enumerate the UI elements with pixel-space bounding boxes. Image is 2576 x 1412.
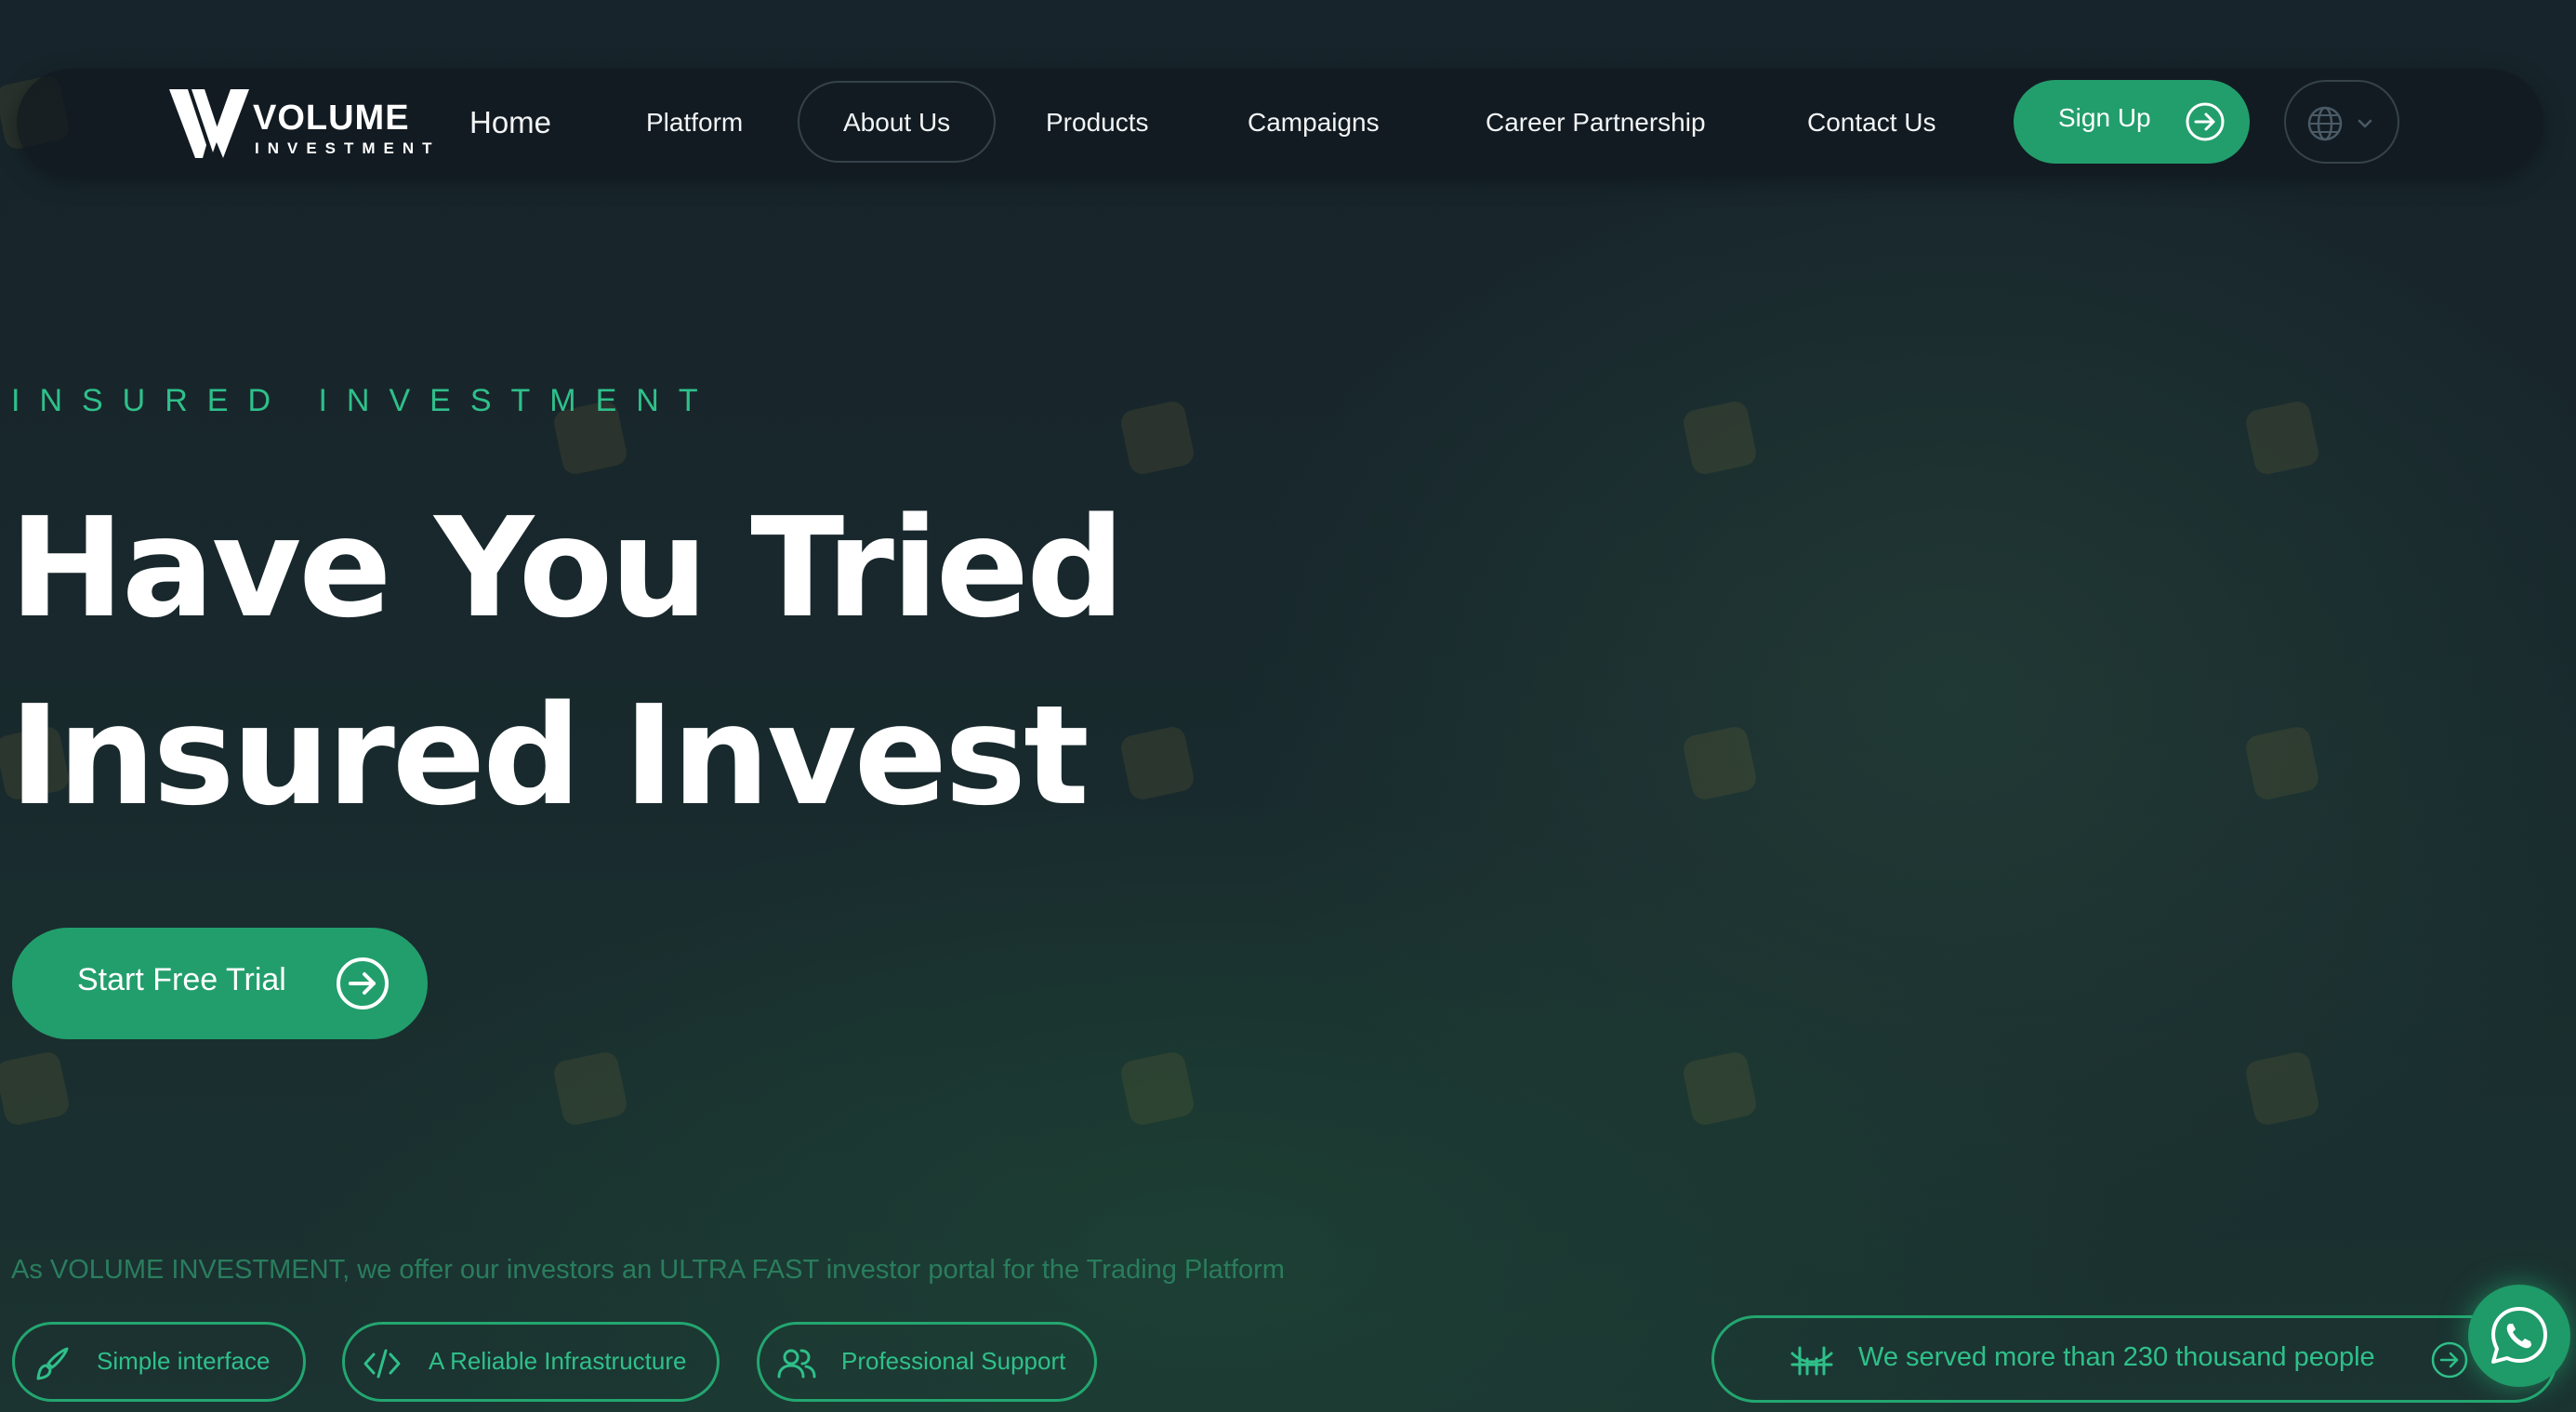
served-people-banner[interactable]: We served more than 230 thousand people	[1711, 1315, 2557, 1403]
whatsapp-chat-button[interactable]	[2468, 1285, 2570, 1387]
nav-contact-us[interactable]: Contact Us	[1807, 104, 1936, 141]
watermark-logo	[1118, 1049, 1339, 1134]
brush-icon	[36, 1347, 69, 1380]
volume-v-logo-icon	[169, 89, 249, 158]
arrow-right-circle-icon	[2186, 102, 2225, 141]
feature-label: Professional Support	[841, 1347, 1066, 1375]
feature-label: Simple interface	[97, 1347, 271, 1375]
language-selector[interactable]	[2284, 80, 2399, 164]
feature-professional-support: Professional Support	[757, 1322, 1097, 1402]
feature-reliable-infrastructure: A Reliable Infrastructure	[342, 1322, 720, 1402]
brand-subtitle: INVESTMENT	[255, 139, 441, 157]
hero-eyebrow: INSURED INVESTMENT	[11, 383, 718, 418]
nav-platform[interactable]: Platform	[646, 104, 743, 141]
hero-title-line-1: Have You Tried	[9, 488, 1125, 648]
bridge-icon	[1790, 1346, 1833, 1376]
users-icon	[777, 1349, 816, 1379]
served-people-label: We served more than 230 thousand people	[1858, 1342, 2375, 1372]
watermark-logo	[0, 1049, 214, 1134]
brand-logo[interactable]: VOLUME INVESTMENT	[167, 86, 432, 162]
code-icon	[363, 1349, 401, 1379]
watermark-logo	[2243, 724, 2464, 809]
nav-career-partnership[interactable]: Career Partnership	[1486, 104, 1706, 141]
watermark-logo	[2243, 1049, 2464, 1134]
brand-name: VOLUME	[253, 99, 410, 138]
chevron-down-icon	[2358, 119, 2372, 128]
watermark-logo	[1681, 1049, 1901, 1134]
watermark-logo	[1681, 724, 1901, 809]
watermark-logo	[2243, 399, 2464, 483]
watermark-logo	[551, 1049, 772, 1134]
hero-title-line-2: Insured Invest	[9, 676, 1090, 836]
nav-home[interactable]: Home	[469, 104, 551, 141]
sign-up-label: Sign Up	[2058, 103, 2151, 132]
nav-campaigns[interactable]: Campaigns	[1248, 104, 1380, 141]
start-free-trial-label: Start Free Trial	[77, 962, 286, 997]
globe-icon	[2307, 106, 2343, 141]
feature-simple-interface: Simple interface	[12, 1322, 306, 1402]
whatsapp-icon	[2491, 1307, 2547, 1364]
arrow-right-circle-icon	[337, 957, 389, 1010]
sign-up-button[interactable]: Sign Up	[2014, 80, 2250, 164]
nav-about-us[interactable]: About Us	[843, 104, 950, 141]
watermark-logo	[1681, 399, 1901, 483]
feature-label: A Reliable Infrastructure	[429, 1347, 687, 1375]
nav-products[interactable]: Products	[1046, 104, 1149, 141]
start-free-trial-button[interactable]: Start Free Trial	[12, 928, 428, 1039]
hero-tagline: As VOLUME INVESTMENT, we offer our inves…	[11, 1255, 1285, 1285]
watermark-logo	[1118, 399, 1339, 483]
hero-title: Have You Tried Insured Invest	[9, 474, 1311, 850]
arrow-right-circle-icon	[2431, 1341, 2468, 1379]
